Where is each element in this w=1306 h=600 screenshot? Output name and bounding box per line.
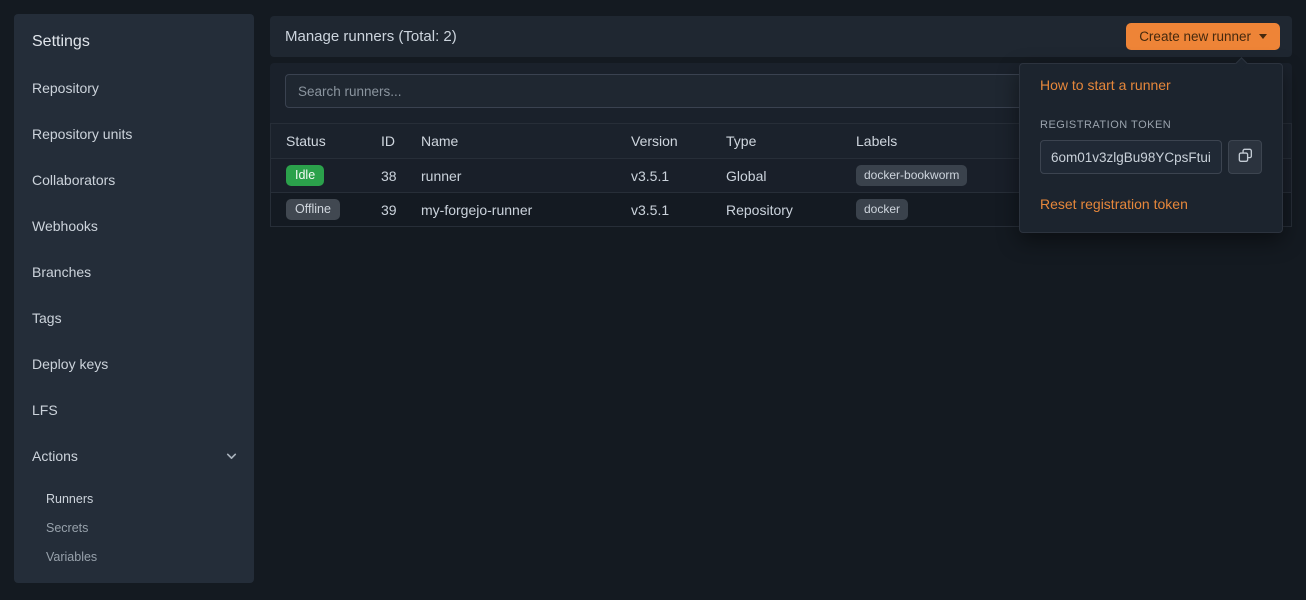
actions-sub-menu: Runners Secrets Variables (14, 484, 254, 571)
sidebar-item-label: Repository units (32, 126, 132, 142)
column-header-status: Status (286, 133, 381, 149)
column-header-version: Version (631, 133, 726, 149)
column-header-name: Name (421, 133, 631, 149)
sidebar-item-label: Repository (32, 80, 99, 96)
sidebar-item-deploy-keys[interactable]: Deploy keys (14, 341, 254, 387)
chevron-down-icon (225, 450, 238, 463)
page-header: Manage runners (Total: 2) Create new run… (270, 16, 1292, 57)
sidebar-item-label: Tags (32, 310, 62, 326)
column-header-id: ID (381, 133, 421, 149)
status-badge: Idle (286, 165, 324, 186)
runner-version: v3.5.1 (631, 168, 726, 184)
runner-name: runner (421, 168, 631, 184)
sidebar-item-variables[interactable]: Variables (14, 542, 254, 571)
sidebar-subitem-label: Secrets (46, 521, 88, 535)
sidebar-item-tags[interactable]: Tags (14, 295, 254, 341)
sidebar-item-branches[interactable]: Branches (14, 249, 254, 295)
dropdown-caret-icon (1259, 34, 1267, 39)
copy-token-button[interactable] (1228, 140, 1262, 174)
copy-icon (1238, 148, 1253, 166)
runner-name: my-forgejo-runner (421, 202, 631, 218)
sidebar-item-collaborators[interactable]: Collaborators (14, 157, 254, 203)
sidebar-item-label: Deploy keys (32, 356, 108, 372)
sidebar-item-label: Branches (32, 264, 91, 280)
sidebar-item-lfs[interactable]: LFS (14, 387, 254, 433)
sidebar-item-repository[interactable]: Repository (14, 65, 254, 111)
create-new-runner-label: Create new runner (1139, 29, 1251, 44)
sidebar-item-label: LFS (32, 402, 58, 418)
sidebar-subitem-label: Runners (46, 492, 93, 506)
settings-sidebar: Settings Repository Repository units Col… (14, 14, 254, 583)
runner-label-badge: docker-bookworm (856, 165, 967, 185)
column-header-type: Type (726, 133, 856, 149)
registration-token-label: REGISTRATION TOKEN (1040, 119, 1262, 131)
runner-id: 38 (381, 168, 421, 184)
sidebar-item-label: Collaborators (32, 172, 115, 188)
page-title: Manage runners (Total: 2) (285, 28, 457, 45)
sidebar-title: Settings (14, 19, 254, 65)
sidebar-item-repository-units[interactable]: Repository units (14, 111, 254, 157)
sidebar-title-label: Settings (32, 33, 90, 51)
runner-type: Global (726, 168, 856, 184)
registration-token-input[interactable] (1040, 140, 1222, 174)
sidebar-item-actions[interactable]: Actions (14, 433, 254, 479)
sidebar-item-runners[interactable]: Runners (14, 484, 254, 513)
reset-registration-token-link[interactable]: Reset registration token (1040, 196, 1188, 212)
runner-type: Repository (726, 202, 856, 218)
how-to-start-runner-link[interactable]: How to start a runner (1040, 77, 1171, 93)
sidebar-subitem-label: Variables (46, 550, 97, 564)
sidebar-item-secrets[interactable]: Secrets (14, 513, 254, 542)
create-runner-dropdown: How to start a runner REGISTRATION TOKEN… (1019, 63, 1283, 233)
runner-version: v3.5.1 (631, 202, 726, 218)
runner-id: 39 (381, 202, 421, 218)
runner-label-badge: docker (856, 199, 908, 219)
sidebar-item-webhooks[interactable]: Webhooks (14, 203, 254, 249)
create-new-runner-button[interactable]: Create new runner (1126, 23, 1280, 50)
status-badge: Offline (286, 199, 340, 220)
sidebar-item-label: Webhooks (32, 218, 98, 234)
registration-token-row (1040, 140, 1262, 174)
sidebar-item-label: Actions (32, 448, 78, 464)
